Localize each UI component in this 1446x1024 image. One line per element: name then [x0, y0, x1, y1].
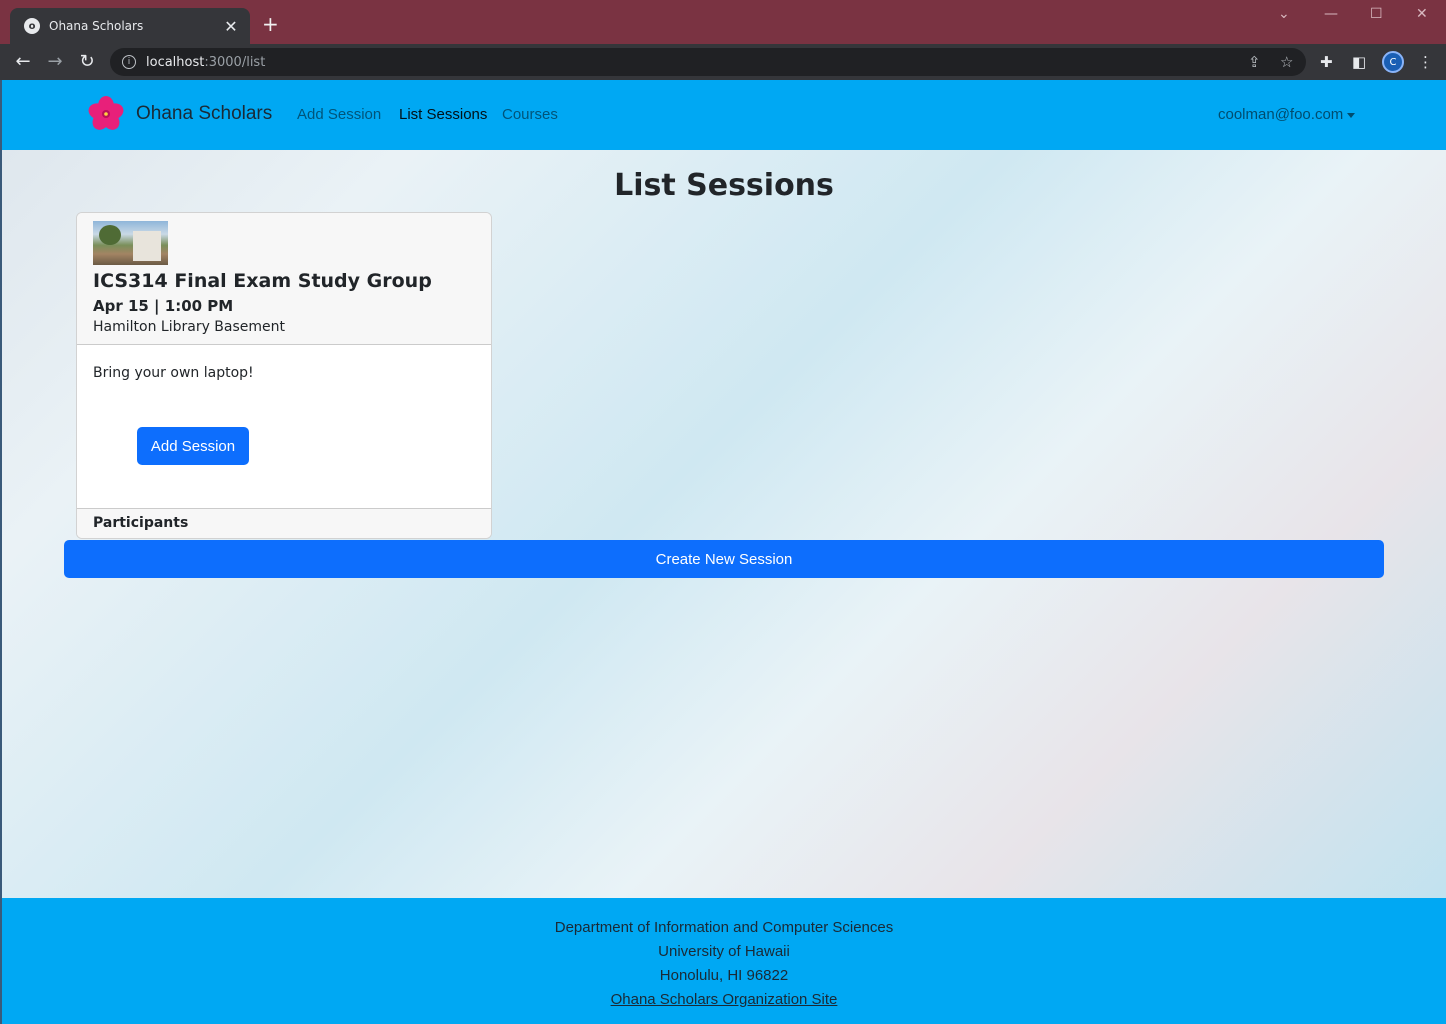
browser-titlebar: o Ohana Scholars ✕ + ⌄ — ☐ ✕ — [0, 0, 1446, 44]
site-footer: Department of Information and Computer S… — [2, 898, 1446, 1024]
extensions-icon[interactable]: ✚ — [1320, 52, 1333, 72]
session-image — [93, 221, 168, 265]
user-dropdown[interactable]: coolman@foo.com — [1218, 106, 1356, 123]
minimize-icon[interactable]: — — [1324, 6, 1338, 22]
browser-tab[interactable]: o Ohana Scholars ✕ — [10, 8, 250, 44]
side-panel-icon[interactable]: ◧ — [1352, 52, 1366, 72]
brand-name: Ohana Scholars — [136, 103, 273, 124]
footer-university: University of Hawaii — [658, 943, 790, 960]
close-tab-icon[interactable]: ✕ — [222, 17, 240, 36]
user-email: coolman@foo.com — [1218, 106, 1344, 123]
add-session-button[interactable]: Add Session — [137, 427, 249, 465]
new-tab-icon[interactable]: + — [262, 14, 279, 34]
forward-icon[interactable]: → — [44, 51, 66, 73]
brand[interactable]: Ohana Scholars — [88, 96, 272, 132]
footer-department: Department of Information and Computer S… — [554, 919, 894, 936]
session-date: Apr 15 | 1:00 PM — [93, 297, 234, 315]
reload-icon[interactable]: ↻ — [76, 51, 98, 73]
window-edge — [0, 80, 2, 1024]
page-title: List Sessions — [614, 168, 834, 203]
session-location: Hamilton Library Basement — [93, 319, 286, 335]
tab-title: Ohana Scholars — [49, 19, 144, 33]
session-description: Bring your own laptop! — [93, 365, 254, 381]
hibiscus-logo-icon — [88, 96, 124, 130]
close-window-icon[interactable]: ✕ — [1416, 6, 1428, 22]
footer-organization-link[interactable]: Ohana Scholars Organization Site — [611, 991, 838, 1008]
nav-list-sessions[interactable]: List Sessions — [399, 106, 487, 123]
caret-down-icon — [1347, 112, 1356, 118]
url-path: :3000/list — [204, 54, 266, 70]
participants-label: Participants — [77, 508, 491, 538]
site-navbar: Ohana Scholars Add Session List Sessions… — [2, 80, 1446, 150]
nav-add-session[interactable]: Add Session — [297, 106, 381, 123]
session-card-header: ICS314 Final Exam Study Group Apr 15 | 1… — [77, 213, 491, 345]
back-icon[interactable]: ← — [12, 51, 34, 73]
create-new-session-button[interactable]: Create New Session — [64, 540, 1384, 578]
tab-search-icon[interactable]: ⌄ — [1278, 6, 1290, 22]
site-info-icon[interactable]: i — [122, 55, 136, 69]
nav-courses[interactable]: Courses — [502, 106, 558, 123]
browser-toolbar: ← → ↻ i localhost:3000/list ⇪ ☆ ✚ ◧ ⋮ — [0, 44, 1446, 80]
menu-kebab-icon[interactable]: ⋮ — [1418, 52, 1433, 72]
session-title: ICS314 Final Exam Study Group — [93, 270, 432, 292]
ohana-favicon-icon: o — [24, 18, 40, 34]
footer-address: Honolulu, HI 96822 — [659, 967, 789, 984]
share-icon[interactable]: ⇪ — [1248, 48, 1261, 76]
bookmark-star-icon[interactable]: ☆ — [1280, 48, 1293, 76]
profile-avatar[interactable]: C — [1382, 51, 1404, 73]
maximize-icon[interactable]: ☐ — [1370, 6, 1383, 22]
address-bar[interactable]: i localhost:3000/list ⇪ ☆ — [110, 48, 1306, 76]
session-card-body: Bring your own laptop! Add Session — [77, 345, 491, 508]
page-content: Ohana Scholars Add Session List Sessions… — [2, 80, 1446, 1024]
session-card: ICS314 Final Exam Study Group Apr 15 | 1… — [76, 212, 492, 539]
url-host: localhost — [146, 54, 205, 70]
